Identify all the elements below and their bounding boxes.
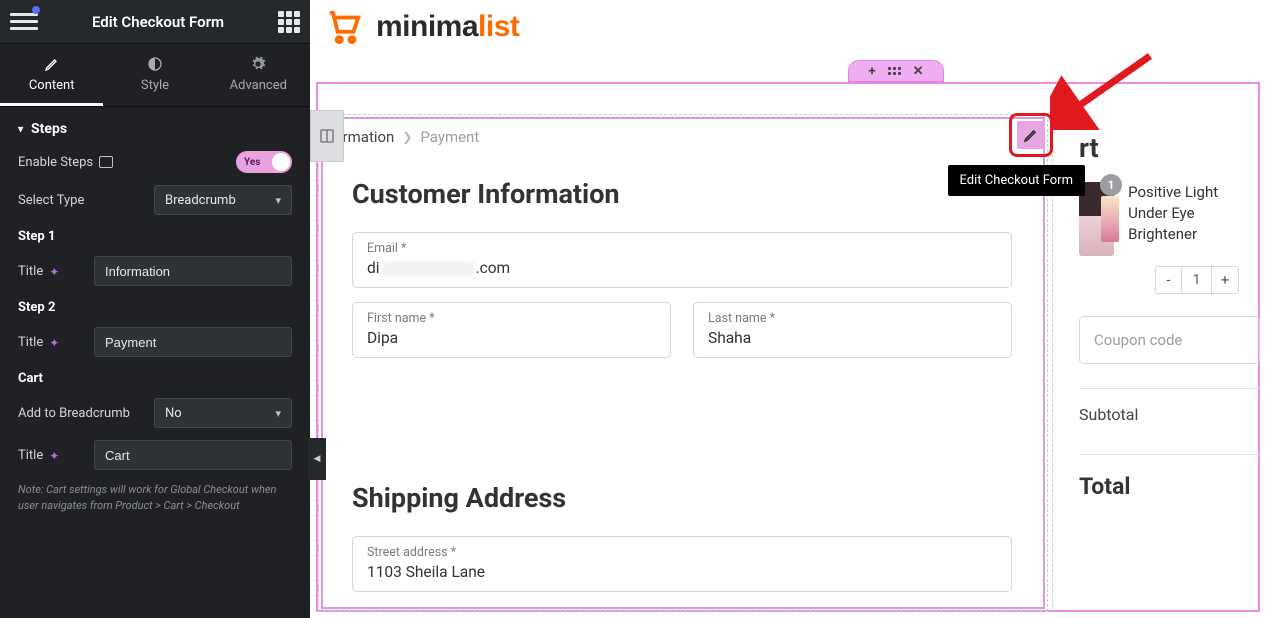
panel-section-steps[interactable]: Steps (18, 121, 292, 137)
checkout-breadcrumb: ormation ❯ Payment (334, 128, 479, 146)
cart-title-label: Title (18, 448, 61, 463)
shipping-heading: Shipping Address (352, 482, 1012, 514)
last-name-field[interactable]: Last name * Shaha (693, 302, 1012, 358)
ai-spark-icon (49, 336, 61, 348)
shipping-section: Shipping Address Street address * 1103 S… (352, 482, 1012, 606)
toggle-knob (272, 153, 290, 171)
select-type-dropdown[interactable]: Breadcrumb (154, 185, 292, 215)
quantity-stepper: - 1 + (1155, 266, 1239, 294)
desktop-icon (99, 156, 113, 168)
tab-advanced-label: Advanced (230, 78, 287, 93)
redacted-text (382, 262, 474, 276)
collapse-sidebar-button[interactable] (308, 438, 326, 480)
preview-canvas: minimalist + ✕ Edit Checkout Form ormati… (310, 0, 1266, 618)
step2-title-label: Title (18, 335, 61, 350)
widget-grid-icon[interactable] (278, 11, 300, 33)
column-handle[interactable] (310, 110, 344, 162)
pencil-icon (44, 56, 60, 72)
cart-title-input[interactable] (94, 440, 292, 470)
edit-handle-highlight (1009, 113, 1053, 157)
last-name-value: Shaha (708, 326, 997, 347)
drag-section-handle[interactable] (888, 67, 901, 75)
ai-spark-icon (49, 265, 61, 277)
cart-icon (322, 8, 366, 46)
section-toolbar: + ✕ (848, 60, 944, 82)
last-name-label: Last name * (708, 311, 997, 326)
cart-item: 1 Positive Light Under Eye Brightener (1079, 182, 1260, 256)
qty-decrease-button[interactable]: - (1156, 267, 1182, 293)
enable-steps-toggle[interactable]: Yes (236, 151, 292, 173)
email-value: di.com (367, 256, 997, 277)
coupon-input[interactable]: Coupon code (1079, 316, 1260, 364)
step2-heading: Step 2 (18, 300, 292, 315)
gear-icon (250, 56, 266, 72)
add-section-button[interactable]: + (869, 65, 876, 78)
customer-info-heading: Customer Information (352, 178, 1012, 210)
pencil-icon (1023, 127, 1039, 143)
contrast-icon (147, 56, 163, 72)
street-value: 1103 Sheila Lane (367, 560, 997, 581)
chevron-right-icon: ❯ (402, 130, 412, 144)
tab-style-label: Style (141, 78, 169, 93)
enable-steps-label: Enable Steps (18, 155, 113, 170)
product-name: Positive Light Under Eye Brightener (1128, 182, 1260, 256)
tab-advanced[interactable]: Advanced (207, 44, 310, 106)
email-field[interactable]: Email * di.com (352, 232, 1012, 288)
sidebar-tabs: Content Style Advanced (0, 44, 310, 107)
street-address-field[interactable]: Street address * 1103 Sheila Lane (352, 536, 1012, 592)
sidebar-title: Edit Checkout Form (92, 13, 224, 31)
add-breadcrumb-dropdown[interactable]: No (154, 398, 292, 428)
tab-content[interactable]: Content (0, 44, 103, 106)
first-name-label: First name * (367, 311, 656, 326)
edit-widget-button[interactable] (1017, 121, 1045, 149)
step2-title-input[interactable] (94, 327, 292, 357)
column-icon (318, 128, 336, 144)
first-name-field[interactable]: First name * Dipa (352, 302, 671, 358)
qty-value: 1 (1182, 267, 1212, 293)
notification-dot-icon (32, 6, 40, 14)
street-label: Street address * (367, 545, 997, 560)
step1-heading: Step 1 (18, 229, 292, 244)
cart-heading: Cart (18, 371, 292, 386)
breadcrumb-step-payment[interactable]: Payment (420, 128, 479, 146)
editor-sidebar: Edit Checkout Form Content Style Advance… (0, 0, 310, 618)
email-label: Email * (367, 241, 997, 256)
sidebar-panel: Steps Enable Steps Yes Select Type Bread… (0, 107, 310, 618)
tab-style[interactable]: Style (103, 44, 206, 106)
step1-title-label: Title (18, 264, 61, 279)
site-logo: minimalist (322, 8, 519, 46)
subtotal-row: Subtotal (1079, 389, 1260, 430)
sidebar-header: Edit Checkout Form (0, 0, 310, 44)
step1-title-input[interactable] (94, 256, 292, 286)
ai-spark-icon (49, 449, 61, 461)
edit-tooltip: Edit Checkout Form (948, 165, 1085, 196)
tab-content-label: Content (29, 78, 75, 93)
coupon-placeholder: Coupon code (1094, 331, 1182, 349)
cart-note: Note: Cart settings will work for Global… (18, 482, 292, 514)
first-name-value: Dipa (367, 326, 656, 347)
select-type-label: Select Type (18, 193, 84, 208)
qty-increase-button[interactable]: + (1212, 267, 1238, 293)
logo-text: minimalist (376, 10, 519, 44)
close-section-button[interactable]: ✕ (913, 65, 924, 78)
qty-badge: 1 (1100, 174, 1122, 196)
toggle-value: Yes (236, 157, 260, 168)
menu-hamburger-icon[interactable] (10, 8, 38, 36)
customer-info-section: Customer Information Email * di.com Firs… (352, 178, 1012, 372)
add-breadcrumb-label: Add to Breadcrumb (18, 406, 130, 421)
cart-heading-partial: rt (1079, 132, 1260, 164)
total-row: Total (1079, 455, 1260, 500)
